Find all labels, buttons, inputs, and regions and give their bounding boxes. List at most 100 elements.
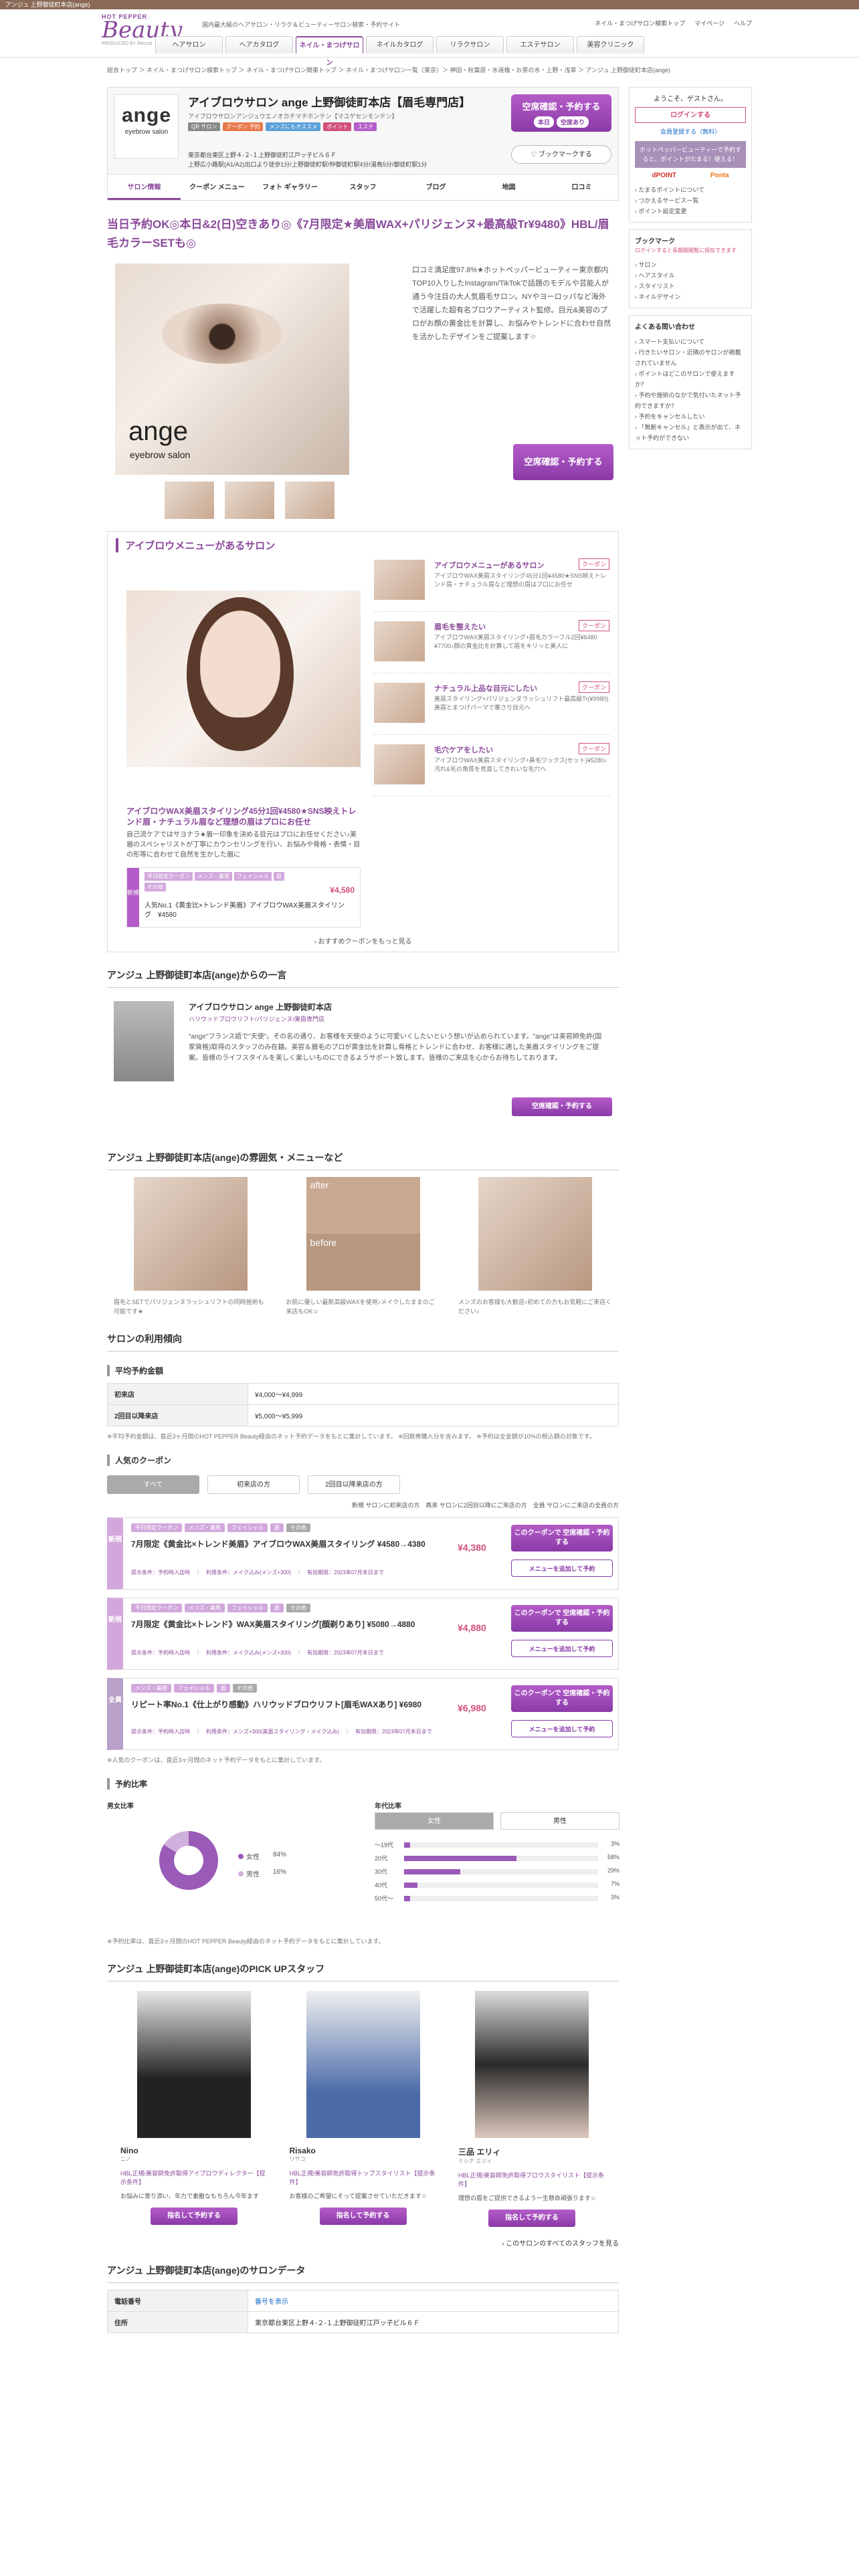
- menu-list-item[interactable]: 毛穴ケアをしたい クーポン アイブロウWAX美眉スタイリング+鼻毛ワックス(セット)…: [374, 735, 609, 796]
- gallery-item[interactable]: メンズのお客様も大歓迎♪初めての方もお気軽にご来店ください♪: [458, 1177, 612, 1316]
- photo-thumbnails: [165, 481, 619, 519]
- coupon-tag: メンズ・兼用: [185, 1523, 225, 1532]
- point-service-link[interactable]: つかえるサービス一覧: [635, 195, 746, 206]
- menu-list-item[interactable]: アイブロウメニューがあるサロン クーポン アイブロウWAX美眉スタイリング45分1回…: [374, 550, 609, 612]
- tab-salon-info[interactable]: サロン情報: [108, 175, 181, 200]
- point-link[interactable]: たまるポイントについて: [635, 185, 746, 195]
- bm-nail-link[interactable]: ネイルデザイン: [635, 292, 746, 302]
- tab-female[interactable]: 女性: [375, 1812, 494, 1830]
- coupon-reserve-button[interactable]: このクーポンで 空席確認・予約する: [511, 1685, 613, 1712]
- more-coupons-link[interactable]: › おすすめクーポンをもっと見る: [108, 936, 618, 946]
- bookmark-button[interactable]: ♡ ブックマークする: [511, 145, 611, 164]
- help-link[interactable]: ヘルプ: [734, 19, 752, 27]
- nominate-button[interactable]: 指名して予約する: [319, 2208, 407, 2225]
- add-menu-button[interactable]: メニューを追加して予約: [511, 1560, 613, 1577]
- reserve-button-3[interactable]: 空席確認・予約する: [512, 1097, 612, 1116]
- reserve-button-2[interactable]: 空席確認・予約する: [513, 444, 613, 480]
- tab-coupon-menu[interactable]: クーポン メニュー: [181, 175, 254, 200]
- faq-link[interactable]: 予約をキャンセルしたい: [635, 411, 746, 422]
- avg-price-table: 初来店 ¥4,000〜¥4,999 2回目以降来店 ¥5,000〜¥5,999: [107, 1383, 619, 1426]
- add-menu-button[interactable]: メニューを追加して予約: [511, 1640, 613, 1657]
- nominate-button[interactable]: 指名して予約する: [151, 2208, 237, 2225]
- salon-main-photo[interactable]: ange eyebrow salon: [115, 263, 349, 475]
- coupon-tag: 眉: [216, 1684, 230, 1693]
- nav-hair-catalog[interactable]: ヘアカタログ: [225, 36, 293, 53]
- nav-nail-catalog[interactable]: ネイルカタログ: [366, 36, 434, 53]
- legend-male: 男性 16%: [238, 1868, 286, 1879]
- add-menu-button[interactable]: メニューを追加して予約: [511, 1720, 613, 1737]
- site-header: HOT PEPPER Beauty PRODUCED BY Recruit 国内…: [0, 9, 859, 67]
- menu-feature-image[interactable]: [126, 591, 361, 767]
- gallery-caption: 眉毛とSETでパリジェンヌラッシュリフトの同時施術も可能です★: [114, 1299, 264, 1315]
- nominate-button[interactable]: 指名して予約する: [488, 2210, 575, 2227]
- bm-stylist-link[interactable]: スタイリスト: [635, 281, 746, 292]
- menu-item-title: 眉毛を整えたい: [434, 623, 486, 631]
- coupon-tag: メンズ・兼用: [131, 1684, 171, 1693]
- feature-coupon[interactable]: 新規 平日限定クーポン メンズ・兼用 フェイシャル 眉 その他 ¥4,580 人…: [126, 867, 361, 928]
- age-bar-track: [404, 1896, 598, 1901]
- nav-esthe-salon[interactable]: エステサロン: [506, 36, 574, 53]
- reserve-label: 空席確認・予約する: [522, 102, 601, 112]
- table-row: 電話番号 番号を表示: [107, 2290, 619, 2312]
- login-button[interactable]: ログインする: [635, 107, 746, 123]
- age-bar: [404, 1883, 418, 1888]
- bm-hairstyle-link[interactable]: ヘアスタイル: [635, 270, 746, 281]
- staff-photo[interactable]: [137, 1991, 251, 2138]
- coupon-tab-repeat[interactable]: 2回目以降来店の方: [308, 1475, 400, 1494]
- menu-list-item[interactable]: ナチュラル上品な目元にしたい クーポン 美眉スタイリング+パリジェンヌラッシュリフト…: [374, 673, 609, 735]
- staff-name[interactable]: Risako: [290, 2146, 437, 2155]
- tab-photo-gallery[interactable]: フォト ギャラリー: [254, 175, 326, 200]
- thumbnail[interactable]: [165, 481, 214, 519]
- message-section-title: アンジュ 上野御徒町本店(ange)からの一言: [107, 968, 619, 988]
- faq-link[interactable]: スマート支払いについて: [635, 336, 746, 347]
- coupon-reserve-button[interactable]: このクーポンで 空席確認・予約する: [511, 1605, 613, 1632]
- staff-photo[interactable]: [475, 1991, 589, 2138]
- staff-name[interactable]: 三品 エリィ: [458, 2146, 605, 2157]
- staff-photo[interactable]: [306, 1991, 420, 2138]
- breadcrumb[interactable]: 総合トップ ＞ ネイル・まつげサロン検索トップ ＞ ネイル・まつげサロン関東トッ…: [107, 66, 670, 74]
- point-setting-link[interactable]: ポイント設定変更: [635, 206, 746, 217]
- faq-link[interactable]: 行きたいサロン・近隣のサロンが掲載されていません: [635, 347, 746, 368]
- gallery-item[interactable]: 眉毛とSETでパリジェンヌラッシュリフトの同時施術も可能です★: [114, 1177, 268, 1316]
- tab-male[interactable]: 男性: [500, 1812, 619, 1830]
- menu-list-item[interactable]: 眉毛を整えたい クーポン アイブロウWAX美眉スタイリング+眉毛カラーフル2回¥64…: [374, 612, 609, 673]
- coupon-tab-all[interactable]: すべて: [107, 1475, 199, 1494]
- reserve-button[interactable]: 空席確認・予約する 本日 空席あり: [511, 94, 611, 132]
- tab-map[interactable]: 地図: [472, 175, 545, 200]
- staff-name[interactable]: Nino: [120, 2146, 268, 2155]
- gallery-item[interactable]: after before お肌に優しい最新高級WAXを使用♪メイクしたままのご来店も…: [286, 1177, 440, 1316]
- all-staff-link[interactable]: › このサロンのすべてのスタッフを見る: [107, 2238, 619, 2248]
- staff-kana: ニノ: [120, 2156, 131, 2162]
- thumbnail[interactable]: [225, 481, 274, 519]
- staff-card: 三品 エリィ ミシナ エリィ HBL正規/美容師免許取得ブロウスタイリスト【提示条件…: [458, 1991, 605, 2227]
- tab-staff[interactable]: スタッフ: [326, 175, 399, 200]
- faq-link[interactable]: 予約や施術のなかで気付いたネット予約できますか？: [635, 390, 746, 411]
- show-phone-link[interactable]: 番号を表示: [248, 2290, 619, 2312]
- feature-menu-title[interactable]: アイブロウWAX美眉スタイリング45分1回¥4580★SNS映えトレンド眉・ナチ…: [126, 806, 361, 827]
- nav-hair-salon[interactable]: ヘアサロン: [155, 36, 223, 53]
- age-bar-track: [404, 1883, 598, 1888]
- nail-top-link[interactable]: ネイル・まつげサロン検索トップ: [595, 19, 685, 27]
- coupon-reserve-button[interactable]: このクーポンで 空席確認・予約する: [511, 1525, 613, 1551]
- after-label: after: [310, 1180, 329, 1190]
- coupon-conditions: 提示条件：予約時入店時 ｜ 利用条件：メイク込み(メンズ+300) ｜ 有効期限…: [131, 1650, 384, 1656]
- coupon-tab-first[interactable]: 初来店の方: [207, 1475, 300, 1494]
- register-link[interactable]: 会員登録する（無料）: [635, 127, 746, 136]
- nav-clinic[interactable]: 美容クリニック: [577, 36, 644, 53]
- tab-reviews[interactable]: 口コミ: [545, 175, 618, 200]
- coupon-tag: 平日限定クーポン: [131, 1604, 182, 1612]
- tab-blog[interactable]: ブログ: [399, 175, 472, 200]
- staff-desc: 理想の眉をご提供できるよう一生懸命頑張ります☆: [458, 2195, 596, 2202]
- faq-link[interactable]: ポイントはどこのサロンで使えますか？: [635, 368, 746, 390]
- nav-nail-salon[interactable]: ネイル・まつげサロン: [296, 36, 363, 67]
- faq-link[interactable]: 「無断キャンセル」と表示が出て、ネット予約ができない: [635, 422, 746, 443]
- table-header-cell: 住所: [107, 2311, 248, 2333]
- thumbnail[interactable]: [285, 481, 335, 519]
- coupon-badge: 新規: [108, 1536, 122, 1543]
- table-row: 2回目以降来店 ¥5,000〜¥5,999: [107, 1404, 619, 1426]
- bm-salon-link[interactable]: サロン: [635, 259, 746, 270]
- mypage-link[interactable]: マイページ: [694, 19, 725, 27]
- salon-kana: アイブロウサロンアンジュウエノオカチマチホンテン【マユゲセンモンテン】: [188, 113, 398, 120]
- coupon-tag: フェイシャル: [227, 1523, 268, 1532]
- nav-relax-salon[interactable]: リラクサロン: [436, 36, 504, 53]
